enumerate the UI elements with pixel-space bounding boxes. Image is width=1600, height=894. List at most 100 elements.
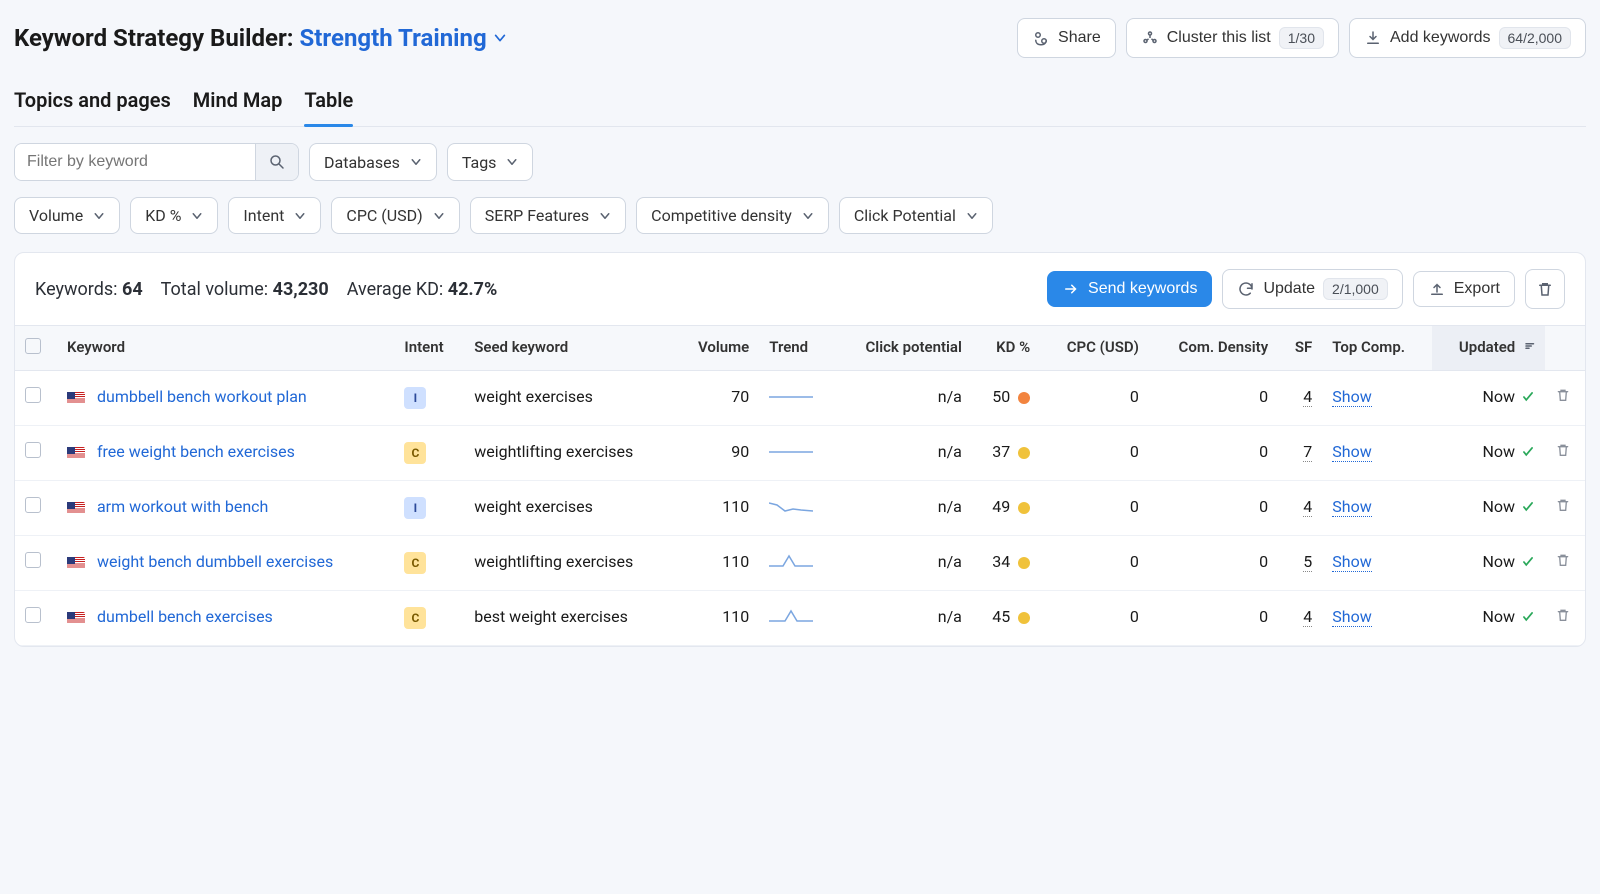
upload-icon <box>1428 280 1446 298</box>
updated-value: Now <box>1482 497 1535 516</box>
show-competitors[interactable]: Show <box>1332 607 1371 627</box>
sf-value: 4 <box>1278 371 1322 426</box>
table-row: dumbell bench exercises C best weight ex… <box>15 591 1585 646</box>
refresh-icon <box>1237 280 1255 298</box>
col-kd[interactable]: KD % <box>972 326 1040 371</box>
keyword-link[interactable]: dumbbell bench workout plan <box>97 387 307 406</box>
delete-all-button[interactable] <box>1525 269 1565 309</box>
show-competitors[interactable]: Show <box>1332 497 1371 517</box>
click-potential-value: n/a <box>835 426 972 481</box>
project-name: Strength Training <box>300 24 487 52</box>
col-cpc[interactable]: CPC (USD) <box>1040 326 1149 371</box>
keyword-link[interactable]: weight bench dumbbell exercises <box>97 552 333 571</box>
keyword-link[interactable]: arm workout with bench <box>97 497 268 516</box>
filter-tags[interactable]: Tags <box>447 143 534 181</box>
filter-competitive-density[interactable]: Competitive density <box>636 197 829 234</box>
volume-value: 110 <box>675 481 759 536</box>
kd-value: 45 <box>972 591 1040 646</box>
show-competitors[interactable]: Show <box>1332 387 1371 407</box>
col-keyword[interactable]: Keyword <box>57 326 394 371</box>
intent-badge: I <box>404 497 426 519</box>
intent-badge: C <box>404 442 426 464</box>
delete-row-button[interactable] <box>1555 607 1575 623</box>
density-value: 0 <box>1149 591 1278 646</box>
delete-row-button[interactable] <box>1555 442 1575 458</box>
cluster-count: 1/30 <box>1279 27 1324 49</box>
trend-cell <box>759 536 834 591</box>
button-label: Share <box>1058 29 1101 47</box>
share-button[interactable]: Share <box>1017 18 1116 58</box>
add-count: 64/2,000 <box>1499 27 1572 49</box>
cluster-icon <box>1141 29 1159 47</box>
tab-topics-and-pages[interactable]: Topics and pages <box>14 80 171 126</box>
row-checkbox[interactable] <box>25 552 41 568</box>
show-competitors[interactable]: Show <box>1332 442 1371 462</box>
update-count: 2/1,000 <box>1323 278 1388 300</box>
row-checkbox[interactable] <box>25 387 41 403</box>
keyword-link[interactable]: free weight bench exercises <box>97 442 295 461</box>
row-checkbox[interactable] <box>25 607 41 623</box>
search-button[interactable] <box>255 144 298 180</box>
us-flag-icon <box>67 502 85 514</box>
send-keywords-button[interactable]: Send keywords <box>1047 271 1212 307</box>
delete-row-button[interactable] <box>1555 552 1575 568</box>
select-all-checkbox[interactable] <box>25 338 41 354</box>
click-potential-value: n/a <box>835 481 972 536</box>
updated-value: Now <box>1482 387 1535 406</box>
kd-value: 49 <box>972 481 1040 536</box>
filter-serp-features[interactable]: SERP Features <box>470 197 626 234</box>
intent-badge: C <box>404 607 426 629</box>
cluster-button[interactable]: Cluster this list 1/30 <box>1126 18 1339 58</box>
filter-intent[interactable]: Intent <box>228 197 321 234</box>
cpc-value: 0 <box>1040 481 1149 536</box>
add-keywords-button[interactable]: Add keywords 64/2,000 <box>1349 18 1586 58</box>
volume-value: 90 <box>675 426 759 481</box>
tab-mind-map[interactable]: Mind Map <box>193 80 283 126</box>
delete-row-button[interactable] <box>1555 387 1575 403</box>
col-com-density[interactable]: Com. Density <box>1149 326 1278 371</box>
row-checkbox[interactable] <box>25 442 41 458</box>
update-button[interactable]: Update 2/1,000 <box>1222 269 1402 309</box>
trend-cell <box>759 481 834 536</box>
trend-cell <box>759 591 834 646</box>
export-button[interactable]: Export <box>1413 271 1515 307</box>
filter-volume[interactable]: Volume <box>14 197 120 234</box>
delete-row-button[interactable] <box>1555 497 1575 513</box>
filter-click-potential[interactable]: Click Potential <box>839 197 993 234</box>
project-selector[interactable]: Strength Training <box>300 24 507 52</box>
cpc-value: 0 <box>1040 371 1149 426</box>
row-checkbox[interactable] <box>25 497 41 513</box>
chevron-down-icon <box>802 210 814 222</box>
intent-badge: I <box>404 387 426 409</box>
keywords-count: 64 <box>122 279 143 300</box>
kd-value: 50 <box>972 371 1040 426</box>
tab-table[interactable]: Table <box>304 80 353 126</box>
kd-value: 34 <box>972 536 1040 591</box>
col-click-potential[interactable]: Click potential <box>835 326 972 371</box>
button-label: Send keywords <box>1088 280 1197 298</box>
col-intent[interactable]: Intent <box>394 326 464 371</box>
updated-value: Now <box>1482 552 1535 571</box>
col-updated[interactable]: Updated <box>1432 326 1545 371</box>
keyword-link[interactable]: dumbell bench exercises <box>97 607 273 626</box>
trend-cell <box>759 426 834 481</box>
col-seed[interactable]: Seed keyword <box>464 326 675 371</box>
keyword-search[interactable] <box>14 143 299 181</box>
col-volume[interactable]: Volume <box>675 326 759 371</box>
keywords-table: Keyword Intent Seed keyword Volume Trend… <box>15 325 1585 646</box>
us-flag-icon <box>67 612 85 624</box>
col-sf[interactable]: SF <box>1278 326 1322 371</box>
show-competitors[interactable]: Show <box>1332 552 1371 572</box>
filter-kd[interactable]: KD % <box>130 197 218 234</box>
filter-databases[interactable]: Databases <box>309 143 437 181</box>
col-top-comp[interactable]: Top Comp. <box>1322 326 1431 371</box>
page-title: Keyword Strategy Builder: Strength Train… <box>14 24 507 52</box>
volume-value: 110 <box>675 536 759 591</box>
search-icon <box>268 153 286 171</box>
click-potential-value: n/a <box>835 591 972 646</box>
title-prefix: Keyword Strategy Builder: <box>14 24 294 52</box>
search-input[interactable] <box>15 144 255 180</box>
table-row: free weight bench exercises C weightlift… <box>15 426 1585 481</box>
filter-cpc[interactable]: CPC (USD) <box>331 197 459 234</box>
col-trend[interactable]: Trend <box>759 326 834 371</box>
